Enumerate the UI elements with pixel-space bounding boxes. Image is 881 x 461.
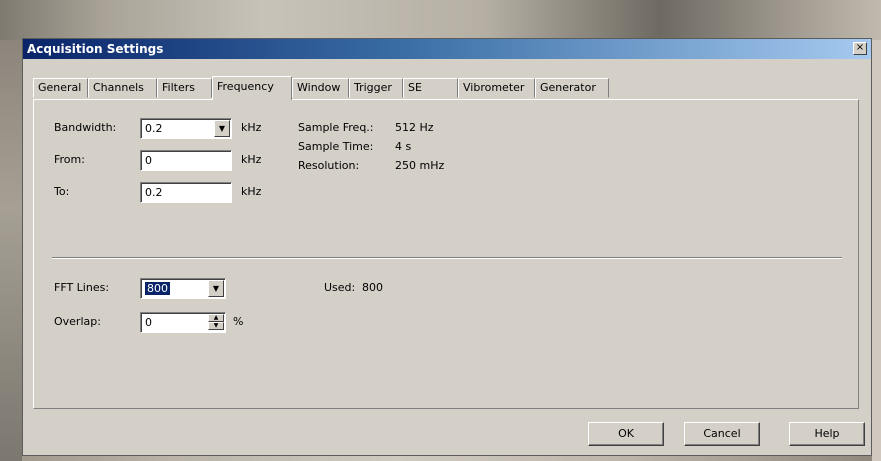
background-photo-top [0,0,881,40]
sample-time-label: Sample Time: [298,140,374,153]
bandwidth-label: Bandwidth: [54,121,117,134]
spin-down-icon[interactable]: ▼ [208,322,224,330]
bandwidth-select[interactable]: 0.2 ▼ [140,118,232,139]
background-photo-right [872,40,881,461]
close-button[interactable]: × [853,42,867,55]
sample-time-value: 4 s [395,140,412,153]
bandwidth-unit: kHz [241,121,262,134]
tab-vibrometer[interactable]: Vibrometer [458,78,535,98]
tab-channels[interactable]: Channels [88,78,157,98]
cancel-button[interactable]: Cancel [684,422,760,446]
bandwidth-dropdown-button[interactable]: ▼ [214,120,230,137]
chevron-down-icon: ▼ [218,124,226,133]
tab-window[interactable]: Window [292,78,349,98]
tab-se[interactable]: SE [403,78,458,98]
close-icon: × [855,42,865,53]
ok-button[interactable]: OK [588,422,664,446]
to-input[interactable]: 0.2 [140,182,232,203]
to-value: 0.2 [145,186,163,199]
to-unit: kHz [241,185,262,198]
tab-filters[interactable]: Filters [157,78,212,98]
from-value: 0 [145,154,152,167]
fft-lines-label: FFT Lines: [54,281,110,294]
title-bar[interactable]: Acquisition Settings × [23,39,871,59]
resolution-label: Resolution: [298,159,360,172]
tab-general[interactable]: General [33,78,88,98]
tab-generator[interactable]: Generator [535,78,609,98]
acquisition-settings-dialog: Acquisition Settings × General Channels … [22,38,872,456]
used-label: Used: [324,281,356,294]
overlap-unit: % [233,315,244,328]
to-label: To: [54,185,70,198]
frequency-tab-panel: Bandwidth: 0.2 ▼ kHz From: 0 kHz To: 0.2… [33,99,859,409]
used-value: 800 [362,281,383,294]
from-label: From: [54,153,85,166]
overlap-value: 0 [145,316,152,329]
from-input[interactable]: 0 [140,150,232,171]
section-divider [52,257,842,259]
tab-trigger[interactable]: Trigger [349,78,403,98]
overlap-input[interactable]: 0 ▲ ▼ [140,312,226,333]
help-button[interactable]: Help [789,422,865,446]
chevron-down-icon: ▼ [212,284,220,293]
resolution-value: 250 mHz [395,159,445,172]
spin-up-icon[interactable]: ▲ [208,314,224,322]
background-photo-left [0,40,22,461]
sample-freq-label: Sample Freq.: [298,121,374,134]
overlap-stepper[interactable]: ▲ ▼ [208,314,224,331]
fft-lines-select[interactable]: 800 ▼ [140,278,226,299]
from-unit: kHz [241,153,262,166]
sample-freq-value: 512 Hz [395,121,434,134]
dialog-title: Acquisition Settings [27,42,164,56]
tab-frequency[interactable]: Frequency [212,76,292,100]
overlap-label: Overlap: [54,315,101,328]
fft-lines-value: 800 [145,282,170,295]
bandwidth-value: 0.2 [145,122,163,135]
fft-lines-dropdown-button[interactable]: ▼ [208,280,224,297]
